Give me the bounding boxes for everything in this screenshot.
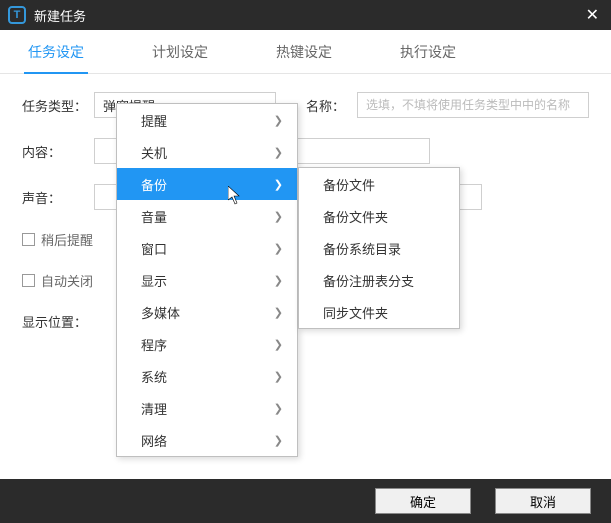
submenu-item-backup-file[interactable]: 备份文件: [299, 168, 459, 200]
delay-remind-label: 稍后提醒: [41, 230, 93, 249]
submenu-item-sync-folder[interactable]: 同步文件夹: [299, 296, 459, 328]
sound-label: 声音：: [22, 188, 94, 207]
menu-item-remind[interactable]: 提醒❯: [117, 104, 297, 136]
chevron-right-icon: ❯: [274, 114, 283, 127]
chevron-right-icon: ❯: [274, 402, 283, 415]
chevron-right-icon: ❯: [274, 338, 283, 351]
titlebar: T 新建任务 ✕: [0, 0, 611, 30]
name-input[interactable]: [357, 92, 589, 118]
chevron-right-icon: ❯: [274, 178, 283, 191]
menu-item-display[interactable]: 显示❯: [117, 264, 297, 296]
menu-item-shutdown[interactable]: 关机❯: [117, 136, 297, 168]
window-title: 新建任务: [34, 6, 582, 25]
chevron-right-icon: ❯: [274, 210, 283, 223]
menu-item-backup[interactable]: 备份❯: [117, 168, 297, 200]
name-label: 名称：: [306, 96, 345, 115]
footer-bar: 确定 取消: [0, 479, 611, 523]
display-pos-label: 显示位置：: [22, 312, 94, 331]
chevron-right-icon: ❯: [274, 370, 283, 383]
menu-item-window[interactable]: 窗口❯: [117, 232, 297, 264]
menu-item-system[interactable]: 系统❯: [117, 360, 297, 392]
tab-plan-settings[interactable]: 计划设定: [148, 30, 212, 74]
menu-item-cleanup[interactable]: 清理❯: [117, 392, 297, 424]
menu-item-program[interactable]: 程序❯: [117, 328, 297, 360]
content-label: 内容：: [22, 142, 94, 161]
close-icon[interactable]: ✕: [582, 5, 603, 25]
delay-remind-checkbox[interactable]: [22, 233, 35, 246]
auto-close-label: 自动关闭: [41, 271, 93, 290]
menu-item-network[interactable]: 网络❯: [117, 424, 297, 456]
submenu-item-backup-registry[interactable]: 备份注册表分支: [299, 264, 459, 296]
chevron-right-icon: ❯: [274, 434, 283, 447]
tab-execute-settings[interactable]: 执行设定: [396, 30, 460, 74]
task-type-label: 任务类型：: [22, 96, 94, 115]
task-type-menu: 提醒❯ 关机❯ 备份❯ 音量❯ 窗口❯ 显示❯ 多媒体❯ 程序❯ 系统❯ 清理❯…: [116, 103, 298, 457]
tab-bar: 任务设定 计划设定 热键设定 执行设定: [0, 30, 611, 74]
tab-task-settings[interactable]: 任务设定: [24, 30, 88, 74]
tab-hotkey-settings[interactable]: 热键设定: [272, 30, 336, 74]
submenu-item-backup-system-dir[interactable]: 备份系统目录: [299, 232, 459, 264]
auto-close-checkbox[interactable]: [22, 274, 35, 287]
backup-submenu: 备份文件 备份文件夹 备份系统目录 备份注册表分支 同步文件夹: [298, 167, 460, 329]
cancel-button[interactable]: 取消: [495, 488, 591, 514]
app-logo-icon: T: [8, 6, 26, 24]
chevron-right-icon: ❯: [274, 146, 283, 159]
chevron-right-icon: ❯: [274, 274, 283, 287]
menu-item-volume[interactable]: 音量❯: [117, 200, 297, 232]
chevron-right-icon: ❯: [274, 242, 283, 255]
chevron-right-icon: ❯: [274, 306, 283, 319]
submenu-item-backup-folder[interactable]: 备份文件夹: [299, 200, 459, 232]
ok-button[interactable]: 确定: [375, 488, 471, 514]
menu-item-multimedia[interactable]: 多媒体❯: [117, 296, 297, 328]
